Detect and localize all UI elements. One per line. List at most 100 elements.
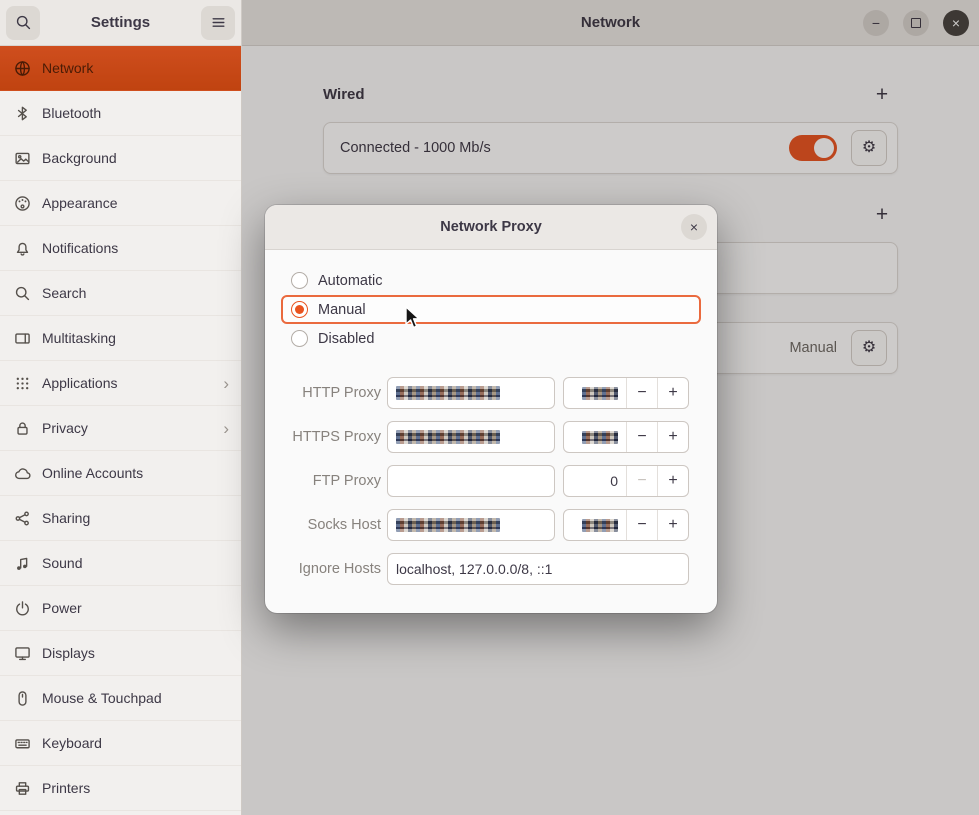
proxy-option-disabled[interactable]: Disabled — [281, 324, 701, 353]
dialog-title: Network Proxy — [440, 219, 542, 235]
proxy-option-label: Automatic — [318, 273, 382, 289]
sidebar-item-privacy[interactable]: Privacy › — [0, 406, 241, 451]
sidebar-item-displays[interactable]: Displays — [0, 631, 241, 676]
dialog-close-button[interactable]: × — [681, 214, 707, 240]
socks-host-port-increase-button[interactable]: + — [657, 510, 688, 540]
redacted-value — [396, 518, 500, 532]
chevron-right-icon: › — [223, 420, 229, 437]
http-proxy-port-display — [564, 378, 626, 408]
socks-host-port-decrease-button[interactable]: − — [626, 510, 657, 540]
sidebar-item-label: Network — [42, 60, 229, 76]
notifications-icon — [14, 240, 31, 257]
sound-icon — [14, 555, 31, 572]
sidebar-item-label: Power — [42, 600, 229, 616]
ignore-hosts-input[interactable]: localhost, 127.0.0.0/8, ::1 — [387, 553, 689, 585]
proxy-form: HTTP Proxy−+HTTPS Proxy−+FTP Proxy0−+Soc… — [281, 377, 701, 541]
sidebar-item-keyboard[interactable]: Keyboard — [0, 721, 241, 766]
radio-unchecked-icon — [291, 272, 308, 289]
sidebar-item-applications[interactable]: Applications› — [0, 361, 241, 406]
sidebar-item-label: Privacy — [42, 420, 212, 436]
sidebar-item-sharing[interactable]: Sharing — [0, 496, 241, 541]
http-proxy-port-increase-button[interactable]: + — [657, 378, 688, 408]
network-proxy-dialog: Network Proxy × AutomaticManualDisabled … — [265, 205, 717, 613]
sidebar-item-label: Notifications — [42, 240, 229, 256]
https-proxy-port-decrease-button[interactable]: − — [626, 422, 657, 452]
search-icon — [14, 285, 31, 302]
ftp-proxy-port-decrease-button[interactable]: − — [626, 466, 657, 496]
ftp-proxy-port-spinbutton: 0−+ — [563, 465, 689, 497]
mouse-touchpad-icon — [14, 690, 31, 707]
dialog-titlebar: Network Proxy × — [265, 205, 717, 250]
sidebar-item-power[interactable]: Power — [0, 586, 241, 631]
menu-button[interactable] — [201, 6, 235, 40]
ftp-proxy-input[interactable] — [387, 465, 555, 497]
redacted-value — [396, 430, 500, 444]
socks-host-port-spinbutton: −+ — [563, 509, 689, 541]
sidebar-item-label: Applications — [42, 375, 212, 391]
sidebar-item-label: Bluetooth — [42, 105, 229, 121]
sidebar: Network Bluetooth Background Appearance Noti… — [0, 46, 241, 815]
printers-icon — [14, 780, 31, 797]
appearance-icon — [14, 195, 31, 212]
ftp-proxy-port-increase-button[interactable]: + — [657, 466, 688, 496]
sidebar-item-search[interactable]: Search — [0, 271, 241, 316]
sidebar-item-label: Background — [42, 150, 229, 166]
sidebar-item-printers[interactable]: Printers — [0, 766, 241, 811]
sidebar-item-label: Keyboard — [42, 735, 229, 751]
proxy-option-manual[interactable]: Manual — [281, 295, 701, 324]
sidebar-item-network[interactable]: Network — [0, 46, 241, 91]
https-proxy-row: HTTPS Proxy −+ — [281, 421, 701, 453]
sidebar-item-multitasking[interactable]: Multitasking — [0, 316, 241, 361]
redacted-value — [396, 386, 500, 400]
sidebar-item-appearance[interactable]: Appearance — [0, 181, 241, 226]
ignore-hosts-label: Ignore Hosts — [281, 561, 381, 577]
proxy-option-label: Disabled — [318, 331, 374, 347]
dialog-body: AutomaticManualDisabled HTTP Proxy−+HTTP… — [265, 250, 717, 613]
https-proxy-label: HTTPS Proxy — [281, 429, 381, 445]
https-proxy-input[interactable] — [387, 421, 555, 453]
bluetooth-icon — [14, 105, 31, 122]
ignore-hosts-row: Ignore Hosts localhost, 127.0.0.0/8, ::1 — [281, 553, 701, 585]
search-button[interactable] — [6, 6, 40, 40]
left-header-title: Settings — [44, 14, 197, 31]
sidebar-item-background[interactable]: Background — [0, 136, 241, 181]
http-proxy-label: HTTP Proxy — [281, 385, 381, 401]
sidebar-item-label: Printers — [42, 780, 229, 796]
multitasking-icon — [14, 330, 31, 347]
radio-unchecked-icon — [291, 330, 308, 347]
sidebar-item-label: Displays — [42, 645, 229, 661]
sidebar-item-label: Sharing — [42, 510, 229, 526]
http-proxy-port-decrease-button[interactable]: − — [626, 378, 657, 408]
redacted-port — [582, 431, 618, 444]
network-icon — [14, 60, 31, 77]
sidebar-item-online-accounts[interactable]: Online Accounts — [0, 451, 241, 496]
ignore-hosts-value: localhost, 127.0.0.0/8, ::1 — [396, 561, 552, 577]
socks-host-input[interactable] — [387, 509, 555, 541]
proxy-option-automatic[interactable]: Automatic — [281, 266, 701, 295]
ftp-proxy-port-display: 0 — [564, 466, 626, 496]
sidebar-item-notifications[interactable]: Notifications — [0, 226, 241, 271]
online-accounts-icon — [14, 465, 31, 482]
sidebar-item-label: Search — [42, 285, 229, 301]
ftp-proxy-row: FTP Proxy0−+ — [281, 465, 701, 497]
https-proxy-port-increase-button[interactable]: + — [657, 422, 688, 452]
http-proxy-row: HTTP Proxy −+ — [281, 377, 701, 409]
proxy-option-label: Manual — [318, 302, 366, 318]
sidebar-item-label: Appearance — [42, 195, 229, 211]
sidebar-item-label: Multitasking — [42, 330, 229, 346]
close-icon: × — [690, 220, 698, 234]
redacted-port — [582, 519, 618, 532]
http-proxy-input[interactable] — [387, 377, 555, 409]
sidebar-item-sound[interactable]: Sound — [0, 541, 241, 586]
sidebar-item-mouse-and-touchpad[interactable]: Mouse & Touchpad — [0, 676, 241, 721]
sidebar-item-label: Sound — [42, 555, 229, 571]
applications-icon — [14, 375, 31, 392]
https-proxy-port-display — [564, 422, 626, 452]
https-proxy-port-spinbutton: −+ — [563, 421, 689, 453]
hamburger-menu-icon — [210, 14, 227, 31]
power-icon — [14, 600, 31, 617]
sidebar-item-label: Mouse & Touchpad — [42, 690, 229, 706]
sharing-icon — [14, 510, 31, 527]
background-icon — [14, 150, 31, 167]
sidebar-item-bluetooth[interactable]: Bluetooth — [0, 91, 241, 136]
